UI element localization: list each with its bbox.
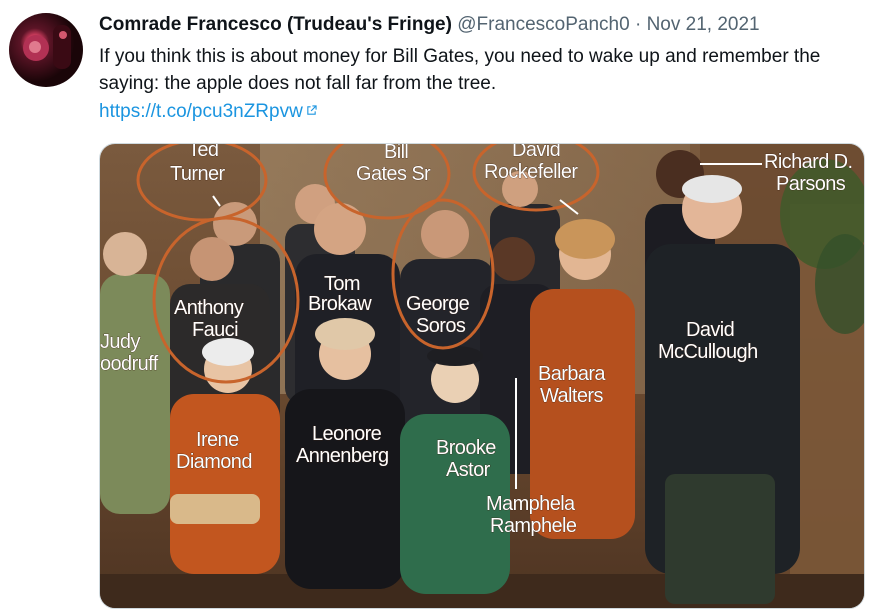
label-bill-gates-1: Bill <box>384 144 408 163</box>
tweet-link[interactable]: https://t.co/pcu3nZRpvw <box>99 100 317 124</box>
label-woodruff-2: oodruff <box>100 353 159 375</box>
label-woodruff-1: Judy <box>100 331 140 353</box>
tweet-header: Comrade Francesco (Trudeau's Fringe) @Fr… <box>99 13 760 37</box>
author-handle[interactable]: @FrancescoPanch0 <box>457 14 629 35</box>
label-annenberg-2: Annenberg <box>296 445 388 467</box>
label-ted-turner-2: Turner <box>170 163 226 185</box>
label-rockefeller-1: David <box>512 144 560 161</box>
label-ramphele-1: Mamphela <box>486 493 576 515</box>
label-diamond-1: Irene <box>196 429 239 451</box>
tweet-text: If you think this is about money for Bil… <box>99 46 821 94</box>
label-astor-1: Brooke <box>436 437 496 459</box>
label-annenberg-1: Leonore <box>312 423 382 445</box>
label-mccullough-1: David <box>686 319 734 341</box>
external-link-icon <box>307 105 317 115</box>
avatar[interactable] <box>9 13 83 87</box>
label-parsons-1: Richard D. <box>764 151 852 173</box>
label-bill-gates-2: Gates Sr <box>356 163 431 185</box>
label-ted-turner-1: Ted <box>188 144 218 161</box>
group-photo: Ted Turner Bill Gates Sr David Rockefell… <box>100 144 864 608</box>
author-name[interactable]: Comrade Francesco (Trudeau's Fringe) <box>99 14 452 35</box>
tweet-date[interactable]: Nov 21, 2021 <box>647 14 760 35</box>
label-astor-2: Astor <box>446 459 491 481</box>
label-soros-1: George <box>406 293 470 315</box>
tweet-media-photo[interactable]: Ted Turner Bill Gates Sr David Rockefell… <box>99 143 865 609</box>
header-separator: · <box>634 14 642 35</box>
label-brokaw-1: Tom <box>324 273 360 295</box>
label-diamond-2: Diamond <box>176 451 252 473</box>
label-brokaw-2: Brokaw <box>308 293 372 315</box>
label-walters-2: Walters <box>540 385 603 407</box>
label-fauci-2: Fauci <box>192 319 238 341</box>
label-parsons-2: Parsons <box>776 173 846 195</box>
label-fauci-1: Anthony <box>174 297 244 319</box>
label-soros-2: Soros <box>416 315 466 337</box>
label-rockefeller-2: Rockefeller <box>484 161 578 183</box>
label-walters-1: Barbara <box>538 363 606 385</box>
tweet-link-text[interactable]: https://t.co/pcu3nZRpvw <box>99 101 303 122</box>
label-mccullough-2: McCullough <box>658 341 758 363</box>
label-ramphele-2: Ramphele <box>490 515 577 537</box>
